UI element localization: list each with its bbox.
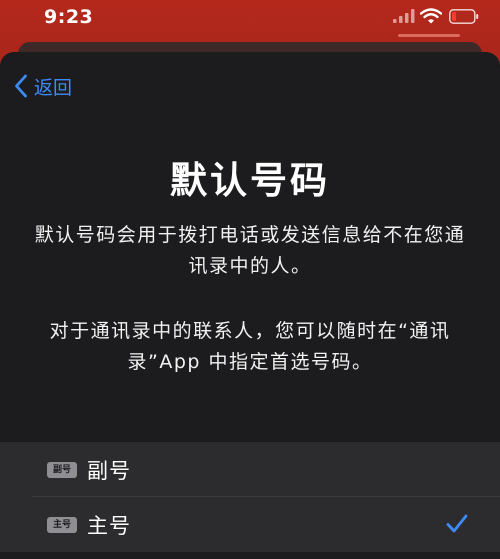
- sim-badge-secondary: 副号: [47, 461, 77, 478]
- phone-screen: 9:23 返回 默认号码 默认号码会用于拨打电话或发送信息给不在您通讯录中的人。…: [0, 0, 500, 559]
- checkmark-icon: [446, 514, 468, 533]
- chevron-left-icon: [15, 74, 27, 98]
- page-title: 默认号码: [170, 159, 330, 202]
- default-number-sheet: 返回 默认号码 默认号码会用于拨打电话或发送信息给不在您通讯录中的人。 对于通讯…: [0, 52, 500, 559]
- option-label-secondary: 副号: [87, 458, 131, 483]
- battery-icon: [449, 9, 479, 24]
- back-button[interactable]: 返回: [14, 72, 72, 100]
- option-label-primary: 主号: [87, 513, 131, 538]
- signal-icon: [393, 9, 415, 23]
- option-primary-number[interactable]: 主号 主号: [0, 497, 500, 552]
- status-indicator-bar: [398, 34, 460, 37]
- back-button-label: 返回: [34, 76, 73, 99]
- wifi-icon: [420, 8, 442, 24]
- status-bar: 9:23: [0, 0, 500, 40]
- description-contacts-preference: 对于通讯录中的联系人，您可以随时在“通讯录”App 中指定首选号码。: [49, 320, 451, 373]
- description-default-number: 默认号码会用于拨打电话或发送信息给不在您通讯录中的人。: [34, 224, 466, 277]
- status-time: 9:23: [44, 6, 94, 28]
- option-secondary-number[interactable]: 副号 副号: [0, 442, 500, 497]
- sim-badge-primary: 主号: [47, 516, 77, 533]
- number-options-list: 副号 副号 主号 主号: [0, 442, 500, 552]
